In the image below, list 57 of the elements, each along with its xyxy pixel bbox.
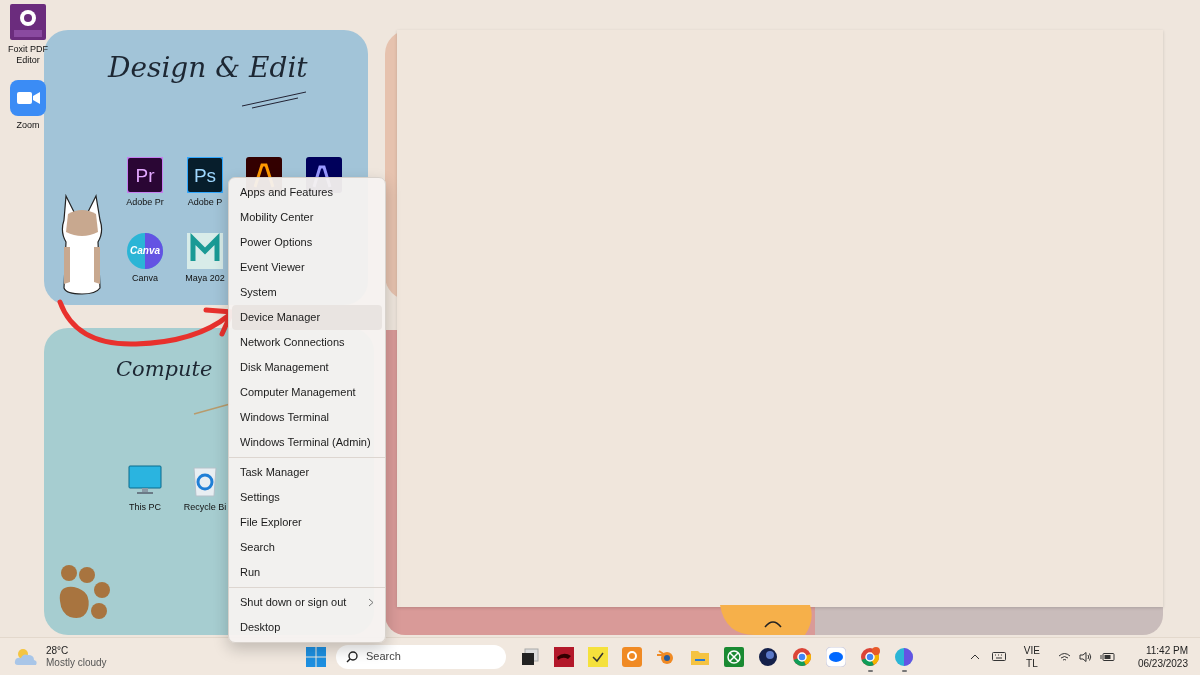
- menu-item[interactable]: Disk Management: [232, 355, 382, 380]
- keyboard-icon[interactable]: [991, 652, 1006, 661]
- handwritten-title: Compute: [116, 356, 213, 383]
- menu-item[interactable]: Windows Terminal (Admin): [232, 430, 382, 455]
- start-icon[interactable]: [306, 646, 326, 667]
- menu-item[interactable]: Windows Terminal: [232, 405, 382, 430]
- menu-item[interactable]: Computer Management: [232, 380, 382, 405]
- chrome-icon[interactable]: [860, 646, 880, 667]
- icon-label[interactable]: Zoom: [0, 120, 56, 131]
- wifi-icon[interactable]: [1057, 651, 1071, 662]
- menu-item[interactable]: File Explorer: [232, 510, 382, 535]
- menu-item[interactable]: Task Manager: [232, 460, 382, 485]
- bird-logo-icon[interactable]: [554, 646, 574, 667]
- canva-icon[interactable]: [894, 646, 914, 667]
- menu-item[interactable]: Event Viewer: [232, 255, 382, 280]
- sticky-note-icon[interactable]: [588, 646, 608, 667]
- menu-item[interactable]: Mobility Center: [232, 205, 382, 230]
- icon-label[interactable]: This PC: [117, 502, 173, 513]
- menu-item[interactable]: Device Manager: [232, 305, 382, 330]
- chrome-icon[interactable]: [792, 646, 812, 667]
- speaker-icon[interactable]: [1078, 651, 1092, 662]
- xbox-icon[interactable]: [724, 646, 744, 667]
- overlapping-windows-icon[interactable]: [520, 646, 540, 667]
- icon-glyph: Canva: [130, 246, 160, 256]
- menu-item[interactable]: Power Options: [232, 230, 382, 255]
- menu-item[interactable]: Shut down or sign out: [232, 590, 382, 615]
- menu-item[interactable]: Network Connections: [232, 330, 382, 355]
- handwritten-title: Design & Edit: [108, 52, 308, 84]
- weather-condition: Mostly cloudy: [46, 656, 107, 669]
- menu-item[interactable]: Run: [232, 560, 382, 585]
- maya-icon[interactable]: [187, 233, 223, 269]
- premiere-icon[interactable]: [127, 157, 163, 193]
- sphere-icon[interactable]: [758, 646, 778, 667]
- temperature: 28°C: [46, 644, 70, 657]
- battery-icon[interactable]: [1099, 651, 1116, 662]
- video-camera-icon[interactable]: [10, 80, 46, 116]
- icon-label[interactable]: Canva: [117, 273, 173, 284]
- language-indicator[interactable]: VIE: [1023, 643, 1040, 657]
- cloudy-moon-icon: [14, 646, 38, 667]
- menu-item[interactable]: Desktop: [232, 615, 382, 640]
- menu-item[interactable]: System: [232, 280, 382, 305]
- chat-bubble-icon[interactable]: [826, 646, 846, 667]
- menu-item[interactable]: Apps and Features: [232, 180, 382, 205]
- icon-label[interactable]: Foxit PDF Editor: [0, 44, 56, 66]
- canva-icon[interactable]: [127, 233, 163, 269]
- menu-item[interactable]: Settings: [232, 485, 382, 510]
- icon-glyph: Pr: [135, 165, 155, 185]
- clock-time[interactable]: 11:42 PM: [1145, 643, 1188, 657]
- search-field[interactable]: Search: [336, 644, 506, 669]
- icon-glyph: Ps: [193, 165, 217, 185]
- photoshop-icon[interactable]: [187, 157, 223, 193]
- menu-item[interactable]: Search: [232, 535, 382, 560]
- search-icon: [346, 650, 358, 663]
- chevron-up-icon[interactable]: [969, 653, 980, 660]
- clock-date[interactable]: 06/23/2023: [1137, 656, 1188, 670]
- icon-label[interactable]: Adobe Pr: [117, 197, 173, 208]
- language-indicator[interactable]: TL: [1026, 656, 1038, 670]
